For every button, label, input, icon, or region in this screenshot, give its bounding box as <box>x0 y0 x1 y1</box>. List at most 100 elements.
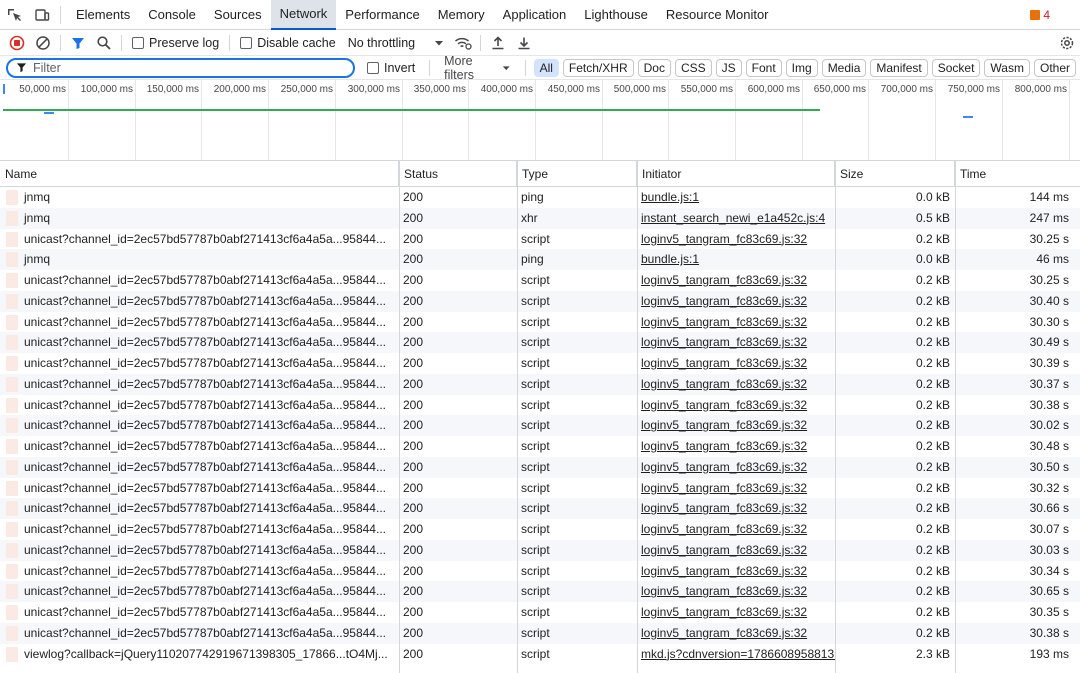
table-row[interactable]: unicast?channel_id=2ec57bd57787b0abf2714… <box>0 373 1080 395</box>
tab-sources[interactable]: Sources <box>205 0 271 30</box>
type-filter-fetch-xhr[interactable]: Fetch/XHR <box>562 58 634 77</box>
clear-icon[interactable] <box>30 30 56 56</box>
table-row[interactable]: unicast?channel_id=2ec57bd57787b0abf2714… <box>0 312 1080 333</box>
table-row[interactable]: unicast?channel_id=2ec57bd57787b0abf2714… <box>0 436 1080 457</box>
column-header-initiator[interactable]: Initiator <box>637 161 835 187</box>
table-row[interactable]: jnmq 200 xhr instant_search_newi_e1a452c.js… <box>0 207 1080 229</box>
column-header-size[interactable]: Size <box>835 161 955 187</box>
column-header-type[interactable]: Type <box>517 161 637 187</box>
tab-elements[interactable]: Elements <box>67 0 139 30</box>
table-row[interactable]: unicast?channel_id=2ec57bd57787b0abf2714… <box>0 456 1080 478</box>
device-toolbar-icon[interactable] <box>28 0 56 30</box>
cell-initiator[interactable]: loginv5_tangram_fc83c69.js:32 <box>637 519 835 540</box>
table-row[interactable]: unicast?channel_id=2ec57bd57787b0abf2714… <box>0 270 1080 291</box>
filter-funnel-icon[interactable] <box>65 30 91 56</box>
overview-tick-label: 250,000 ms <box>280 84 333 95</box>
column-header-status[interactable]: Status <box>399 161 517 187</box>
cell-initiator[interactable]: loginv5_tangram_fc83c69.js:32 <box>637 415 835 436</box>
table-row[interactable]: unicast?channel_id=2ec57bd57787b0abf2714… <box>0 353 1080 374</box>
cell-initiator[interactable]: loginv5_tangram_fc83c69.js:32 <box>637 353 835 374</box>
cell-time: 193 ms <box>1029 646 1069 661</box>
filter-input[interactable] <box>33 60 353 75</box>
tab-application[interactable]: Application <box>494 0 576 30</box>
table-row[interactable]: unicast?channel_id=2ec57bd57787b0abf2714… <box>0 581 1080 602</box>
cell-initiator[interactable]: loginv5_tangram_fc83c69.js:32 <box>637 291 835 312</box>
network-overview-timeline[interactable]: 50,000 ms 100,000 ms 150,000 ms 200,000 ms 2… <box>0 80 1080 161</box>
cell-initiator[interactable]: loginv5_tangram_fc83c69.js:32 <box>637 395 835 416</box>
import-har-icon[interactable] <box>485 30 511 56</box>
invert-checkbox[interactable]: Invert <box>361 61 421 75</box>
cell-initiator[interactable]: instant_search_newi_e1a452c.js:4 <box>637 208 835 229</box>
filter-input-wrapper[interactable] <box>6 57 355 78</box>
table-row[interactable]: unicast?channel_id=2ec57bd57787b0abf2714… <box>0 622 1080 644</box>
table-row[interactable]: jnmq 200 ping bundle.js:1 0.0 kB 46 ms <box>0 249 1080 270</box>
preserve-log-checkbox[interactable]: Preserve log <box>126 36 225 50</box>
disable-cache-checkbox[interactable]: Disable cache <box>234 36 342 50</box>
cell-initiator[interactable]: mkd.js?cdnversion=1786608958813: <box>637 644 835 665</box>
cell-name: jnmq <box>24 252 51 267</box>
column-header-time[interactable]: Time <box>955 161 1080 187</box>
throttling-select[interactable]: No throttling <box>342 32 450 54</box>
type-filter-doc[interactable]: Doc <box>637 58 671 77</box>
type-filter-css[interactable]: CSS <box>674 58 712 77</box>
cell-initiator[interactable]: loginv5_tangram_fc83c69.js:32 <box>637 312 835 333</box>
cell-initiator[interactable]: bundle.js:1 <box>637 187 835 208</box>
cell-initiator[interactable]: loginv5_tangram_fc83c69.js:32 <box>637 270 835 291</box>
type-filter-font[interactable]: Font <box>745 58 782 77</box>
table-row[interactable]: jnmq 200 ping bundle.js:1 0.0 kB 144 ms <box>0 187 1080 208</box>
cell-initiator[interactable]: loginv5_tangram_fc83c69.js:32 <box>637 602 835 623</box>
cell-size: 0.2 kB <box>915 605 950 619</box>
settings-gear-icon[interactable] <box>1054 30 1080 56</box>
more-filters-dropdown[interactable]: More filters <box>434 54 521 82</box>
table-row[interactable]: unicast?channel_id=2ec57bd57787b0abf2714… <box>0 519 1080 540</box>
type-filter-media[interactable]: Media <box>821 58 867 77</box>
tab-performance[interactable]: Performance <box>336 0 428 30</box>
tab-lighthouse[interactable]: Lighthouse <box>575 0 657 30</box>
cell-initiator[interactable]: loginv5_tangram_fc83c69.js:32 <box>637 374 835 395</box>
column-header-name[interactable]: Name <box>0 161 399 187</box>
tab-console[interactable]: Console <box>139 0 205 30</box>
cell-initiator[interactable]: loginv5_tangram_fc83c69.js:32 <box>637 332 835 353</box>
table-row[interactable]: unicast?channel_id=2ec57bd57787b0abf2714… <box>0 415 1080 436</box>
table-row[interactable]: unicast?channel_id=2ec57bd57787b0abf2714… <box>0 561 1080 582</box>
table-row[interactable]: unicast?channel_id=2ec57bd57787b0abf2714… <box>0 290 1080 312</box>
type-filter-other[interactable]: Other <box>1033 58 1076 77</box>
table-row[interactable]: unicast?channel_id=2ec57bd57787b0abf2714… <box>0 602 1080 623</box>
cell-initiator[interactable]: loginv5_tangram_fc83c69.js:32 <box>637 498 835 519</box>
tab-resource-monitor[interactable]: Resource Monitor <box>657 0 778 30</box>
type-filter-all[interactable]: All <box>533 58 559 77</box>
cell-initiator[interactable]: bundle.js:1 <box>637 249 835 270</box>
cell-initiator[interactable]: loginv5_tangram_fc83c69.js:32 <box>637 561 835 582</box>
export-har-icon[interactable] <box>511 30 537 56</box>
cell-initiator[interactable]: loginv5_tangram_fc83c69.js:32 <box>637 478 835 499</box>
table-row[interactable]: unicast?channel_id=2ec57bd57787b0abf2714… <box>0 478 1080 499</box>
table-row[interactable]: viewlog?callback=jQuery11020774291967139… <box>0 644 1080 665</box>
cell-initiator[interactable]: loginv5_tangram_fc83c69.js:32 <box>637 540 835 561</box>
overview-tick-label: 450,000 ms <box>547 84 600 95</box>
table-row[interactable]: unicast?channel_id=2ec57bd57787b0abf2714… <box>0 498 1080 519</box>
type-filter-img[interactable]: Img <box>785 58 818 77</box>
cell-time: 30.38 s <box>1029 397 1069 412</box>
type-filter-wasm[interactable]: Wasm <box>984 58 1030 77</box>
record-stop-icon[interactable] <box>4 30 30 56</box>
tab-network[interactable]: Network <box>270 0 337 30</box>
tab-memory[interactable]: Memory <box>429 0 494 30</box>
table-row[interactable]: unicast?channel_id=2ec57bd57787b0abf2714… <box>0 332 1080 353</box>
cell-initiator[interactable]: loginv5_tangram_fc83c69.js:32 <box>637 623 835 644</box>
table-row[interactable]: unicast?channel_id=2ec57bd57787b0abf2714… <box>0 229 1080 250</box>
cell-initiator[interactable]: loginv5_tangram_fc83c69.js:32 <box>637 581 835 602</box>
type-filter-js[interactable]: JS <box>715 58 742 77</box>
checkbox-box <box>132 36 144 49</box>
cell-initiator[interactable]: loginv5_tangram_fc83c69.js:32 <box>637 457 835 478</box>
cell-initiator[interactable]: loginv5_tangram_fc83c69.js:32 <box>637 436 835 457</box>
cell-initiator[interactable]: loginv5_tangram_fc83c69.js:32 <box>637 229 835 250</box>
cell-status: 200 <box>403 605 424 619</box>
type-filter-manifest[interactable]: Manifest <box>870 58 928 77</box>
network-conditions-icon[interactable] <box>450 30 476 56</box>
type-filter-socket[interactable]: Socket <box>931 58 981 77</box>
search-icon[interactable] <box>91 30 117 56</box>
table-row[interactable]: unicast?channel_id=2ec57bd57787b0abf2714… <box>0 539 1080 561</box>
table-row[interactable]: unicast?channel_id=2ec57bd57787b0abf2714… <box>0 395 1080 416</box>
issues-counter[interactable]: 4 <box>1030 8 1050 22</box>
inspect-element-icon[interactable] <box>0 0 28 30</box>
